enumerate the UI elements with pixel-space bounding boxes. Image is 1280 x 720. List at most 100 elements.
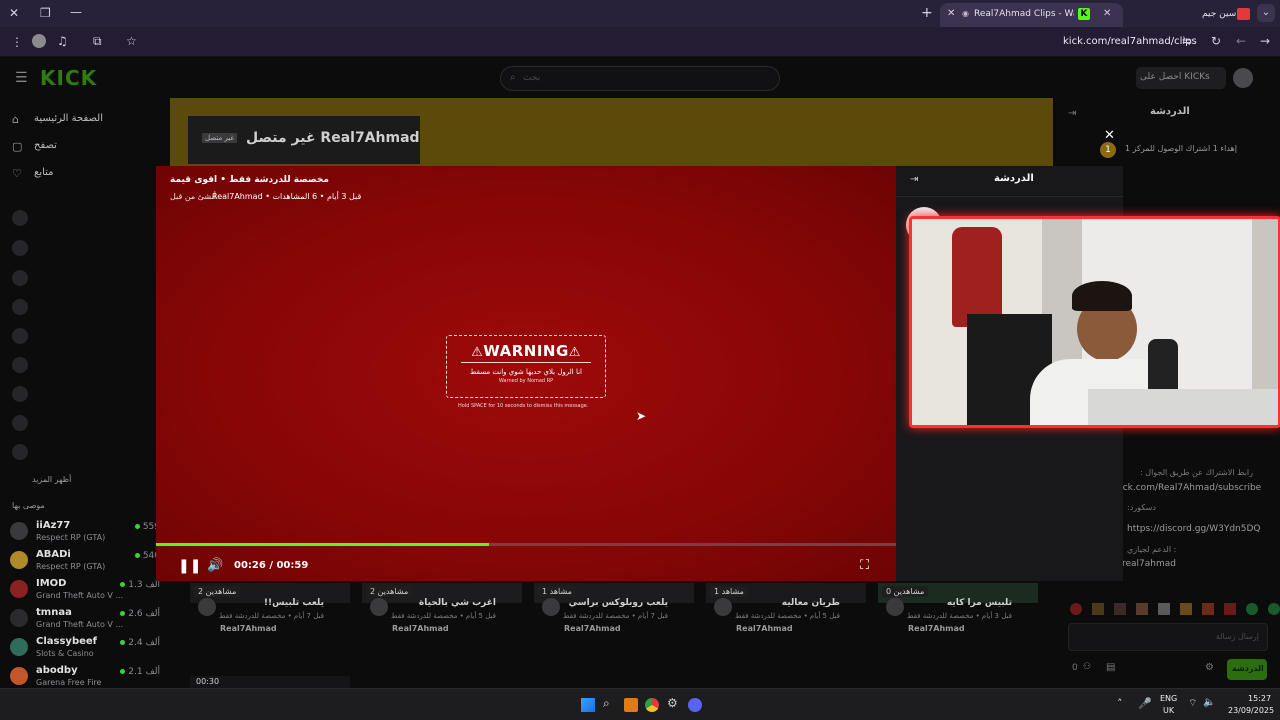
user-avatar[interactable] <box>1233 68 1253 88</box>
progress-track[interactable] <box>156 543 896 546</box>
close-window-icon[interactable]: ✕ <box>9 7 19 19</box>
emote-icon[interactable] <box>1070 603 1082 615</box>
tab-close-icon[interactable]: ✕ <box>1103 9 1111 19</box>
settings-icon[interactable]: ⚙ <box>667 696 678 710</box>
url-field[interactable]: kick.com/real7ahmad/clips <box>1063 36 1197 47</box>
chat-input[interactable]: إرسال رسالة <box>1068 623 1268 651</box>
clip-channel[interactable]: Real7Ahmad <box>220 624 277 633</box>
followed-avatar[interactable] <box>12 210 28 226</box>
wifi-icon[interactable]: ⌔ <box>1188 697 1197 710</box>
forward-icon[interactable]: ← <box>1236 35 1246 47</box>
followed-avatar[interactable] <box>12 240 28 256</box>
extensions-icon[interactable]: ⧉ <box>93 35 102 47</box>
recommended-channel[interactable]: tmnaa Grand Theft Auto V ... 2.6 ألف <box>10 607 160 635</box>
pause-icon[interactable]: ❚❚ <box>178 558 201 574</box>
tab-close-icon[interactable]: ✕ <box>947 9 955 19</box>
tab-seen-jeem[interactable]: سين جيم <box>1130 3 1254 27</box>
followed-avatar[interactable] <box>12 270 28 286</box>
clip-thumbnail[interactable]: 00:30 <box>190 676 350 688</box>
followed-avatar[interactable] <box>12 328 28 344</box>
send-chat-button[interactable]: الدردشة <box>1227 659 1267 680</box>
search-input[interactable]: ⌕ بحث <box>500 66 780 91</box>
clip-channel[interactable]: Real7Ahmad <box>736 624 793 633</box>
file-explorer-icon[interactable] <box>624 698 638 712</box>
nav-browse[interactable]: تصفح <box>34 140 57 151</box>
recommended-channel[interactable]: iiAz77 Respect RP (GTA) 559 <box>10 520 160 548</box>
emote-icon[interactable] <box>1092 603 1104 615</box>
video-player[interactable]: مخصصة للدردشة فقط • اقوى قيمة أنشئ من قب… <box>156 166 896 581</box>
taskbar-search-icon[interactable]: ⌕ <box>603 696 610 711</box>
tab-search-icon[interactable]: ⌄ <box>1257 4 1275 22</box>
clip-card[interactable]: 1 مشاهد يلعب روبلوكس براسي قبل 7 أيام • … <box>534 586 694 646</box>
language-indicator[interactable]: ENG <box>1160 694 1177 703</box>
close-modal-icon[interactable]: ✕ <box>1104 128 1115 143</box>
clip-title[interactable]: تلبيس مرا كايه <box>947 598 1012 608</box>
settings-gear-icon[interactable]: ⚙ <box>1205 662 1214 673</box>
clip-channel[interactable]: Real7Ahmad <box>392 624 449 633</box>
clip-card[interactable]: 1 مشاهد طريان معاليه قبل 5 أيام • مخصصة … <box>706 586 866 646</box>
emote-icon[interactable] <box>1224 603 1236 615</box>
recommended-channel[interactable]: IMOD Grand Theft Auto V ... 1.3 ألف <box>10 578 160 606</box>
restore-window-icon[interactable]: ❐ <box>40 7 51 19</box>
emote-icon[interactable] <box>1246 603 1258 615</box>
fullscreen-icon[interactable]: ⛶ <box>860 558 869 573</box>
profile-avatar[interactable] <box>32 34 46 48</box>
divider <box>896 196 1123 197</box>
clip-channel[interactable]: Real7Ahmad <box>908 624 965 633</box>
get-kicks-button[interactable]: احصل على KICKs <box>1136 67 1226 89</box>
new-tab-icon[interactable]: + <box>921 6 933 20</box>
windows-start-icon[interactable] <box>581 698 595 712</box>
channel-name: abodby <box>36 665 78 676</box>
collapse-chat-icon[interactable]: ⇥ <box>910 174 918 185</box>
menu-dots-icon[interactable]: ⋮ <box>11 36 23 48</box>
chrome-icon[interactable] <box>645 698 659 712</box>
nav-following[interactable]: متابع <box>34 167 54 178</box>
emote-icon[interactable] <box>1202 603 1214 615</box>
discord-icon[interactable] <box>688 698 702 712</box>
followed-avatar[interactable] <box>12 415 28 431</box>
tab-real7ahmad-clips[interactable]: ✕ ◉ Real7Ahmad Clips - Watch K ✕ <box>940 3 1123 27</box>
followed-avatar[interactable] <box>12 444 28 460</box>
chat-link[interactable]: https://discord.gg/W3Ydn5DQ <box>1127 524 1260 534</box>
speaker-icon[interactable]: 🔈 <box>1203 697 1215 708</box>
views-badge: 1 مشاهد <box>710 586 748 597</box>
media-control-icon[interactable]: ♫ <box>57 35 68 47</box>
clip-card[interactable]: 2 مشاهدين يلعب تلبيس!! قبل 7 أيام • مخصص… <box>190 586 350 646</box>
site-settings-icon[interactable]: ⇋ <box>1182 35 1192 47</box>
volume-icon[interactable]: 🔊 <box>207 558 223 573</box>
back-icon[interactable]: → <box>1260 35 1270 47</box>
clip-title[interactable]: يلعب روبلوكس براسي <box>569 598 668 608</box>
tray-chevron-icon[interactable]: ˄ <box>1117 697 1123 710</box>
recommended-channel[interactable]: ABADi Respect RP (GTA) 540 <box>10 549 160 577</box>
emote-icon[interactable] <box>1158 603 1170 615</box>
nav-home[interactable]: الصفحة الرئيسية <box>34 113 103 124</box>
chat-link[interactable]: real7ahmad <box>1122 559 1176 569</box>
minimize-window-icon[interactable]: — <box>70 6 82 18</box>
microphone-icon[interactable]: 🎤 <box>1138 697 1152 710</box>
clip-card[interactable]: 2 مشاهدين اغرب شي بالحياة قبل 5 أيام • م… <box>362 586 522 646</box>
kick-logo[interactable]: KICK <box>40 66 97 90</box>
emote-icon[interactable] <box>1136 603 1148 615</box>
clip-card[interactable]: 0 مشاهدين تلبيس مرا كايه قبل 3 أيام • مخ… <box>878 586 1038 646</box>
clip-title[interactable]: طريان معاليه <box>782 598 840 608</box>
grid-icon[interactable]: ▤ <box>1106 662 1115 673</box>
reload-icon[interactable]: ↻ <box>1211 35 1221 47</box>
hamburger-menu-icon[interactable]: ☰ <box>15 70 28 86</box>
followed-avatar[interactable] <box>12 357 28 373</box>
clip-title[interactable]: يلعب تلبيس!! <box>264 598 324 608</box>
followed-avatar[interactable] <box>12 299 28 315</box>
recommended-channel[interactable]: Classybeef Slots & Casino 2.4 ألف <box>10 636 160 664</box>
clock-time[interactable]: 15:27 <box>1248 694 1271 703</box>
clock-date[interactable]: 23/09/2025 <box>1228 706 1274 715</box>
clip-title[interactable]: اغرب شي بالحياة <box>419 598 496 608</box>
bookmark-star-icon[interactable]: ☆ <box>126 35 137 47</box>
emote-icon[interactable] <box>1114 603 1126 615</box>
show-more-link[interactable]: أظهر المزيد <box>32 475 71 484</box>
followed-avatar[interactable] <box>12 386 28 402</box>
emote-icon[interactable] <box>1268 603 1280 615</box>
region-indicator[interactable]: UK <box>1163 706 1174 715</box>
collapse-chat-icon[interactable]: ⇥ <box>1068 108 1076 119</box>
chat-link[interactable]: kick.com/Real7Ahmad/subscribe <box>1115 483 1261 493</box>
clip-channel[interactable]: Real7Ahmad <box>564 624 621 633</box>
emote-icon[interactable] <box>1180 603 1192 615</box>
